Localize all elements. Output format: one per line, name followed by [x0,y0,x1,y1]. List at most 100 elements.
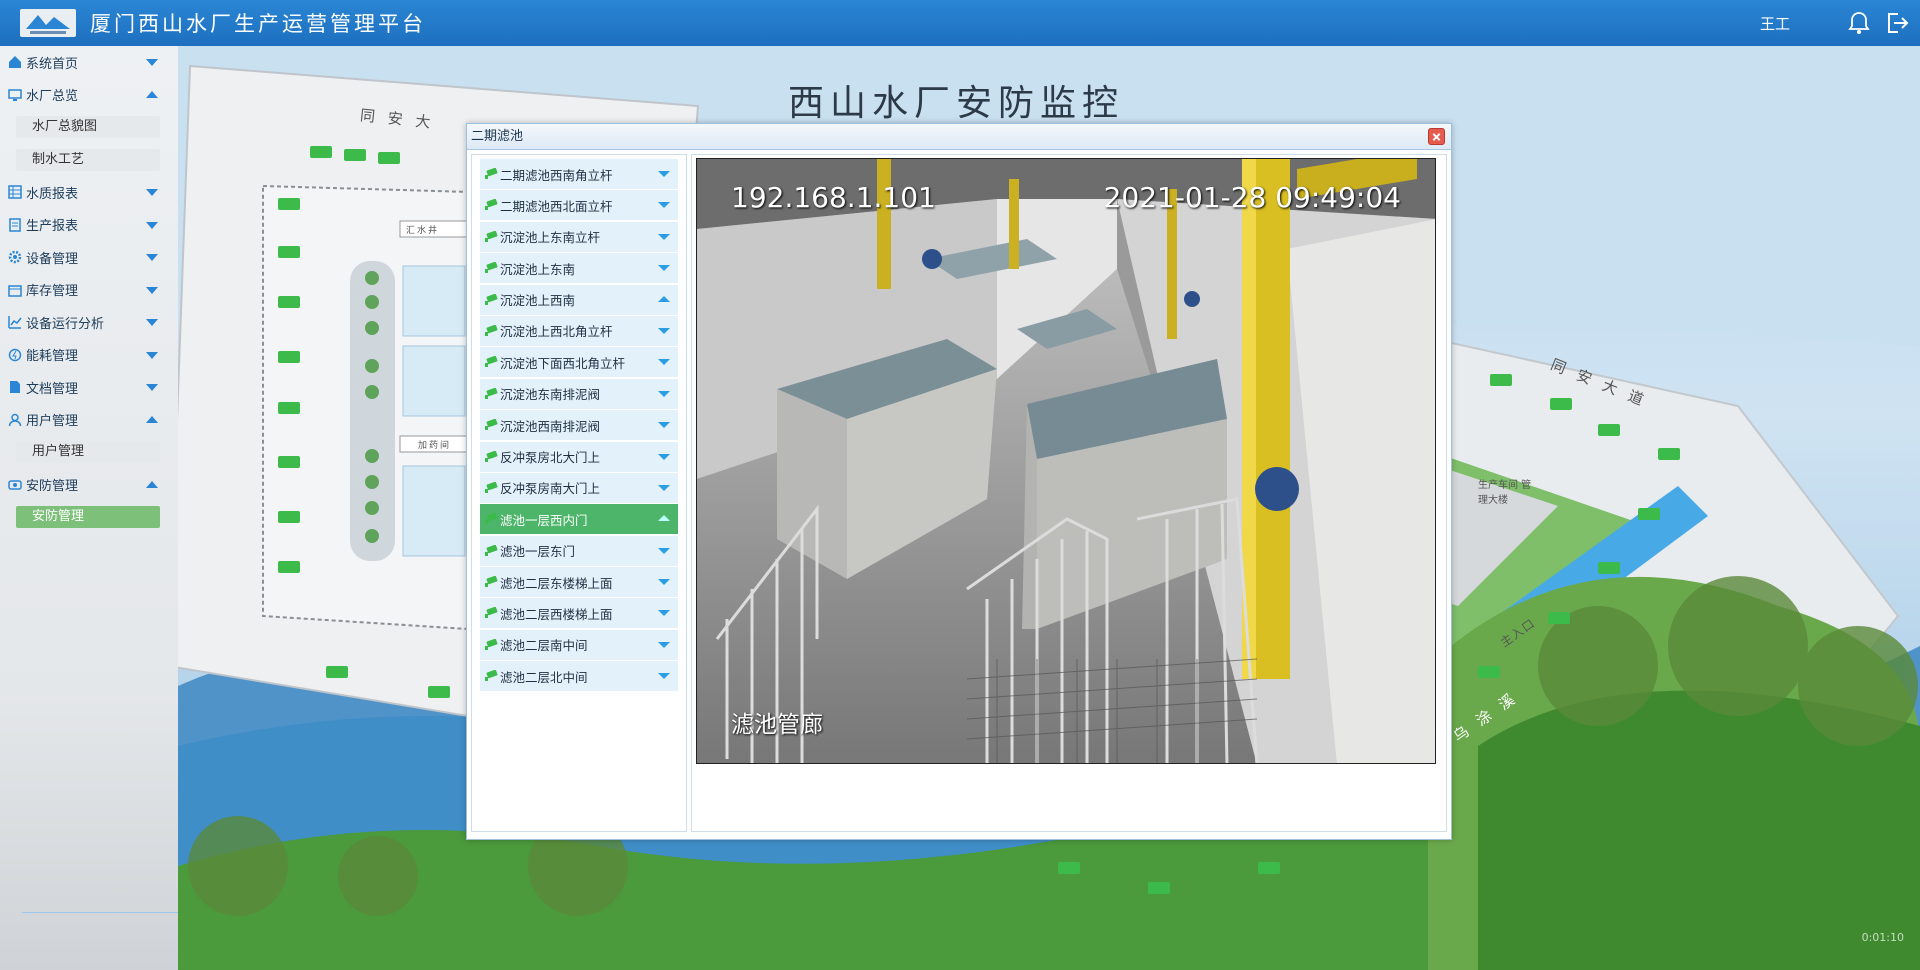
camera-item[interactable]: 沉淀池西南排泥阀 [480,410,678,441]
sidebar-subitem-security[interactable]: 安防管理 [0,501,178,534]
sidebar-subitem-process[interactable]: 制水工艺 [0,144,178,177]
camera-icon [485,230,498,242]
camera-item[interactable]: 沉淀池东南排泥阀 [480,378,678,409]
chevron-up-icon [146,480,158,488]
video-feed: 192.168.1.101 2021-01-28 09:49:04 滤池管廊 [696,158,1436,764]
camera-label: 二期滤池西北面立杆 [500,198,613,214]
chevron-down-icon[interactable] [658,265,670,272]
chevron-down-icon[interactable] [658,547,670,554]
sidebar-item-label: 文档管理 [26,381,79,397]
chevron-down-icon [146,221,158,229]
sidebar-item-label: 设备运行分析 [26,316,105,332]
bell-icon[interactable] [1846,10,1872,36]
camera-icon [485,262,498,274]
shield-icon [8,480,22,490]
chevron-down-icon[interactable] [658,422,670,429]
chevron-down-icon [146,59,158,66]
video-panel: 192.168.1.101 2021-01-28 09:49:04 滤池管廊 [691,154,1447,832]
sidebar-item-water-quality[interactable]: 水质报表 [0,176,178,209]
camera-label: 滤池二层东楼梯上面 [500,575,613,591]
camera-item[interactable]: 反冲泵房北大门上 [480,441,678,472]
chevron-down-icon[interactable] [658,484,670,491]
camera-item[interactable]: 滤池二层南中间 [480,629,678,660]
chevron-down-icon[interactable] [658,202,670,209]
sidebar-item-energy[interactable]: 能耗管理 [0,339,178,372]
chevron-down-icon[interactable] [658,610,670,617]
camera-icon [485,544,498,556]
chevron-down-icon[interactable] [658,359,670,366]
box-icon [8,285,22,297]
home-icon [9,56,21,69]
camera-label: 滤池一层东门 [500,544,576,560]
camera-item[interactable]: 沉淀池上东南 [480,253,678,284]
camera-list: 二期滤池西南角立杆二期滤池西北面立杆 沉淀池上东南立杆 沉淀池上东南 沉淀池上西南沉淀… [471,154,687,832]
sidebar-item-inventory[interactable]: 库存管理 [0,274,178,307]
sidebar-item-users[interactable]: 用户管理 [0,404,178,437]
camera-item[interactable]: 滤池一层东门 [480,535,678,566]
sidebar-subitem-label: 用户管理 [16,441,160,464]
sidebar-subitem-plant-map[interactable]: 水厂总貌图 [0,111,178,144]
camera-label: 沉淀池上东南 [500,261,576,277]
camera-icon [485,513,498,525]
camera-icon [485,387,498,399]
map-label-building: 生产车间 管理大楼 [1478,480,1532,506]
sidebar-item-production[interactable]: 生产报表 [0,209,178,242]
camera-icon [485,293,498,305]
camera-label: 滤池一层西内门 [500,512,588,528]
chevron-down-icon[interactable] [658,673,670,680]
camera-item[interactable]: 滤池二层东楼梯上面 [480,567,678,598]
camera-item[interactable]: 反冲泵房南大门上 [480,472,678,503]
sidebar-item-equipment[interactable]: 设备管理 [0,241,178,274]
camera-item[interactable]: 二期滤池西北面立杆 [480,190,678,221]
sidebar-item-label: 系统首页 [26,56,79,72]
chevron-down-icon[interactable] [658,171,670,177]
close-icon[interactable] [1428,128,1445,145]
chevron-down-icon[interactable] [658,453,670,460]
user-icon [8,413,22,426]
user-name[interactable]: 王工 [1760,13,1790,34]
sidebar-item-label: 能耗管理 [26,349,79,365]
video-location-label: 滤池管廊 [731,712,823,738]
camera-icon [485,324,498,336]
chevron-up-icon[interactable] [658,295,670,302]
page-title: 西山水厂安防监控 [788,83,1125,124]
chevron-down-icon[interactable] [658,390,670,397]
camera-icon [485,419,498,431]
document-icon [10,381,20,394]
chevron-down-icon[interactable] [658,327,670,334]
sidebar-subitem-users[interactable]: 用户管理 [0,436,178,469]
divider [22,912,178,913]
chevron-down-icon [146,384,158,391]
chevron-up-icon [146,90,158,98]
sidebar-item-security[interactable]: 安防管理 [0,469,178,502]
sidebar-item-home[interactable]: 系统首页 [0,46,178,79]
sidebar-item-documents[interactable]: 文档管理 [0,371,178,404]
sidebar-item-analysis[interactable]: 设备运行分析 [0,306,178,339]
camera-item[interactable]: 滤池二层北中间 [480,661,678,692]
camera-item[interactable]: 沉淀池下面西北角立杆 [480,347,678,378]
camera-icon [485,168,498,179]
sidebar: 系统首页 水厂总览 水厂总貌图 制水工艺 水质报表 生产报表 设备管理 库存管理… [0,46,178,970]
chevron-up-icon [146,415,158,423]
camera-label: 滤池二层西楼梯上面 [500,606,613,622]
camera-label: 沉淀池上西南 [500,293,576,309]
logout-icon[interactable] [1884,10,1910,36]
chevron-down-icon[interactable] [658,579,670,586]
camera-label: 沉淀池上东南立杆 [500,230,601,246]
camera-item[interactable]: 沉淀池上西北角立杆 [480,315,678,346]
camera-item[interactable]: 二期滤池西南角立杆 [480,159,678,189]
sidebar-item-label: 生产报表 [26,219,79,235]
chevron-down-icon[interactable] [658,641,670,648]
sidebar-item-label: 库存管理 [26,284,79,300]
camera-item[interactable]: 滤池二层西楼梯上面 [480,598,678,629]
sidebar-subitem-label: 安防管理 [16,506,160,529]
camera-label: 沉淀池西南排泥阀 [500,418,601,434]
sidebar-item-plant-overview[interactable]: 水厂总览 [0,79,178,112]
camera-item[interactable]: 滤池一层西内门 [480,504,678,535]
camera-item[interactable]: 沉淀池上西南 [480,284,678,315]
camera-item[interactable]: 沉淀池上东南立杆 [480,221,678,252]
camera-label: 滤池二层北中间 [500,669,588,685]
sidebar-item-label: 水质报表 [26,186,79,202]
chevron-up-icon[interactable] [658,515,670,522]
chevron-down-icon[interactable] [658,233,670,240]
